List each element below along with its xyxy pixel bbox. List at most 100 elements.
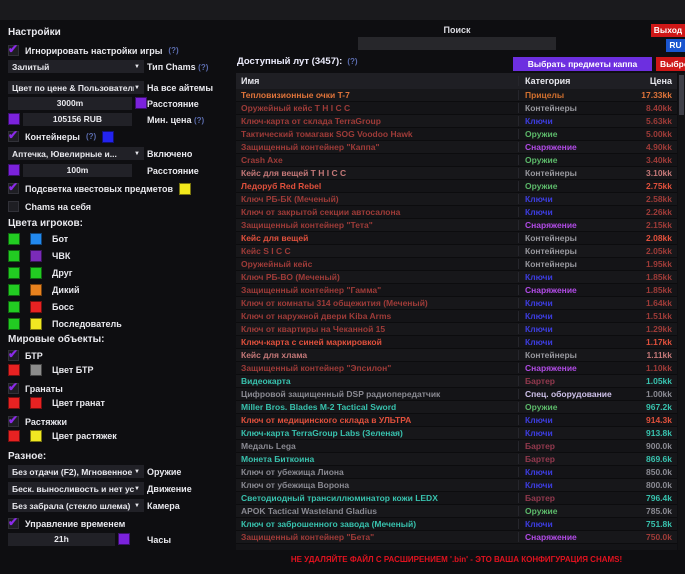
table-row[interactable]: Видеокарта Бартер 1.05kk: [236, 375, 677, 388]
search-input[interactable]: [358, 37, 556, 50]
camera-dropdown[interactable]: Без забрала (стекло шлема) ▼: [8, 499, 144, 512]
movement-dropdown[interactable]: Беск. выносливость и нет уста ▼: [8, 482, 144, 495]
table-row[interactable]: Ключ от убежища Ворона Ключи 800.0k: [236, 479, 677, 492]
table-row[interactable]: Crash Axe Оружие 3.40kk: [236, 154, 677, 167]
select-kappa-items-button[interactable]: Выбрать предметы каппа: [513, 57, 652, 71]
table-row[interactable]: Монета Биткоина Бартер 869.6k: [236, 453, 677, 466]
checkbox-row-ignore-game-settings[interactable]: ✔ Игнорировать настройки игры (?): [8, 44, 179, 57]
table-row[interactable]: Ключ от закрытой секции автосалона Ключи…: [236, 206, 677, 219]
type-color-swatch[interactable]: [30, 233, 42, 245]
table-row[interactable]: APOK Tactical Wasteland Gladius Оружие 7…: [236, 505, 677, 518]
type-color-swatch[interactable]: [30, 318, 42, 330]
table-row[interactable]: Медаль Lega Бартер 900.0k: [236, 440, 677, 453]
type-color-swatch[interactable]: [30, 301, 42, 313]
column-header-category[interactable]: Категория: [518, 76, 615, 86]
table-row[interactable]: Ключ от комнаты 314 общежития (Меченый) …: [236, 297, 677, 310]
checkbox-checked-icon[interactable]: ✔: [8, 383, 19, 394]
drop-all-button[interactable]: Выбросить все: [656, 57, 685, 71]
base-color-swatch[interactable]: [8, 364, 20, 376]
table-row[interactable]: Кейс для хлама Контейнеры 1.11kk: [236, 349, 677, 362]
table-row[interactable]: Ключ РБ-ВО (Меченый) Ключи 1.85kk: [236, 271, 677, 284]
visible-color-swatch[interactable]: [8, 318, 20, 330]
container-types-dropdown[interactable]: Аптечка, Ювелирные и... ▼: [8, 147, 144, 160]
checkbox-row-grenades[interactable]: ✔ Гранаты: [8, 382, 63, 395]
checkbox-row-quest-highlight[interactable]: ✔ Подсветка квестовых предметов: [8, 182, 191, 195]
table-row[interactable]: Светодиодный трансиллюминатор кожи LEDX …: [236, 492, 677, 505]
checkbox-row-tripwires[interactable]: ✔ Растяжки: [8, 415, 67, 428]
table-row[interactable]: Тактический томагавк SOG Voodoo Hawk Ору…: [236, 128, 677, 141]
type-color-swatch[interactable]: [30, 284, 42, 296]
table-row[interactable]: Ключ от наружной двери Kiba Arms Ключи 1…: [236, 310, 677, 323]
table-row[interactable]: Защищенный контейнер "Каппа" Снаряжение …: [236, 141, 677, 154]
color-mode-dropdown[interactable]: Цвет по цене & Пользователь ▼: [8, 81, 144, 94]
checkbox-checked-icon[interactable]: ✔: [8, 518, 19, 529]
visible-color-swatch[interactable]: [8, 250, 20, 262]
table-row[interactable]: Защищенный контейнер "Тета" Снаряжение 2…: [236, 219, 677, 232]
help-icon[interactable]: (?): [168, 46, 178, 55]
table-row[interactable]: Оружейный кейс Контейнеры 1.95kk: [236, 258, 677, 271]
help-icon[interactable]: (?): [86, 132, 96, 141]
distance-color-swatch[interactable]: [135, 97, 147, 109]
table-row[interactable]: Ключ от квартиры на Чеканной 15 Ключи 1.…: [236, 323, 677, 336]
table-row[interactable]: Кейс для вещей Контейнеры 2.08kk: [236, 232, 677, 245]
checkbox-row-containers[interactable]: ✔ Контейнеры (?): [8, 130, 114, 143]
chams-type-dropdown[interactable]: Залитый ▼: [8, 60, 144, 73]
table-row[interactable]: Ключ РБ-БК (Меченый) Ключи 2.58kk: [236, 193, 677, 206]
checkbox-checked-icon[interactable]: ✔: [8, 45, 19, 56]
visible-color-swatch[interactable]: [8, 284, 20, 296]
table-row[interactable]: Защищенный контейнер "Гамма" Снаряжение …: [236, 284, 677, 297]
table-row[interactable]: Ключ-карта с синей маркировкой Ключи 1.1…: [236, 336, 677, 349]
table-row[interactable]: Кейс S I C C Контейнеры 2.05kk: [236, 245, 677, 258]
table-row[interactable]: Ключ-карта от склада TerraGroup Ключи 5.…: [236, 115, 677, 128]
table-scrollbar[interactable]: [678, 73, 685, 550]
table-row[interactable]: Ключ от медицинского склада в УЛЬТРА Клю…: [236, 414, 677, 427]
table-row[interactable]: Кейс для вещей T H I C C Контейнеры 3.10…: [236, 167, 677, 180]
containers-color-swatch[interactable]: [102, 131, 114, 143]
table-row[interactable]: Ключ от заброшенного завода (Меченый) Кл…: [236, 518, 677, 531]
table-row[interactable]: [236, 544, 677, 550]
min-price-color-swatch[interactable]: [8, 113, 20, 125]
language-button[interactable]: RU: [666, 39, 685, 52]
object-color-swatch[interactable]: [30, 364, 42, 376]
container-distance-input[interactable]: 100m: [23, 164, 132, 177]
visible-color-swatch[interactable]: [8, 301, 20, 313]
table-row[interactable]: Оружейный кейс T H I C C Контейнеры 8.40…: [236, 102, 677, 115]
checkbox-row-time-control[interactable]: ✔ Управление временем: [8, 517, 125, 530]
checkbox-checked-icon[interactable]: ✔: [8, 183, 19, 194]
base-color-swatch[interactable]: [8, 430, 20, 442]
checkbox-unchecked-icon[interactable]: [8, 201, 19, 212]
hours-color-swatch[interactable]: [118, 533, 130, 545]
base-color-swatch[interactable]: [8, 397, 20, 409]
table-row[interactable]: Ключ от убежища Лиона Ключи 850.0k: [236, 466, 677, 479]
quest-color-swatch[interactable]: [179, 183, 191, 195]
column-header-name[interactable]: Имя: [236, 76, 518, 86]
help-icon[interactable]: (?): [198, 63, 208, 72]
type-color-swatch[interactable]: [30, 267, 42, 279]
visible-color-swatch[interactable]: [8, 267, 20, 279]
table-row[interactable]: Цифровой защищенный DSP радиопередатчик …: [236, 388, 677, 401]
scrollbar-thumb[interactable]: [679, 75, 684, 115]
type-color-swatch[interactable]: [30, 250, 42, 262]
table-row[interactable]: Защищенный контейнер "Эпсилон" Снаряжени…: [236, 362, 677, 375]
weapon-dropdown[interactable]: Без отдачи (F2), Мгновенное п ▼: [8, 465, 144, 478]
hours-input[interactable]: 21h: [8, 533, 115, 546]
distance-input[interactable]: 3000m: [8, 97, 132, 110]
min-price-input[interactable]: 105156 RUB: [23, 113, 132, 126]
table-row[interactable]: Miller Bros. Blades M-2 Tactical Sword О…: [236, 401, 677, 414]
checkbox-checked-icon[interactable]: ✔: [8, 131, 19, 142]
checkbox-checked-icon[interactable]: ✔: [8, 416, 19, 427]
column-header-price[interactable]: Цена: [615, 76, 677, 86]
container-distance-color-swatch[interactable]: [8, 164, 20, 176]
table-row[interactable]: Ключ-карта TerraGroup Labs (Зеленая) Клю…: [236, 427, 677, 440]
table-row[interactable]: Защищенный контейнер "Бета" Снаряжение 7…: [236, 531, 677, 544]
visible-color-swatch[interactable]: [8, 233, 20, 245]
table-row[interactable]: Тепловизионные очки T-7 Прицелы 17.33kk: [236, 89, 677, 102]
help-icon[interactable]: (?): [347, 57, 357, 66]
object-color-swatch[interactable]: [30, 430, 42, 442]
object-color-swatch[interactable]: [30, 397, 42, 409]
checkbox-row-chams-self[interactable]: Chams на себя: [8, 200, 91, 213]
checkbox-checked-icon[interactable]: ✔: [8, 350, 19, 361]
exit-button[interactable]: Выход: [651, 24, 685, 37]
help-icon[interactable]: (?): [194, 116, 204, 125]
checkbox-row-btr[interactable]: ✔ БТР: [8, 349, 43, 362]
